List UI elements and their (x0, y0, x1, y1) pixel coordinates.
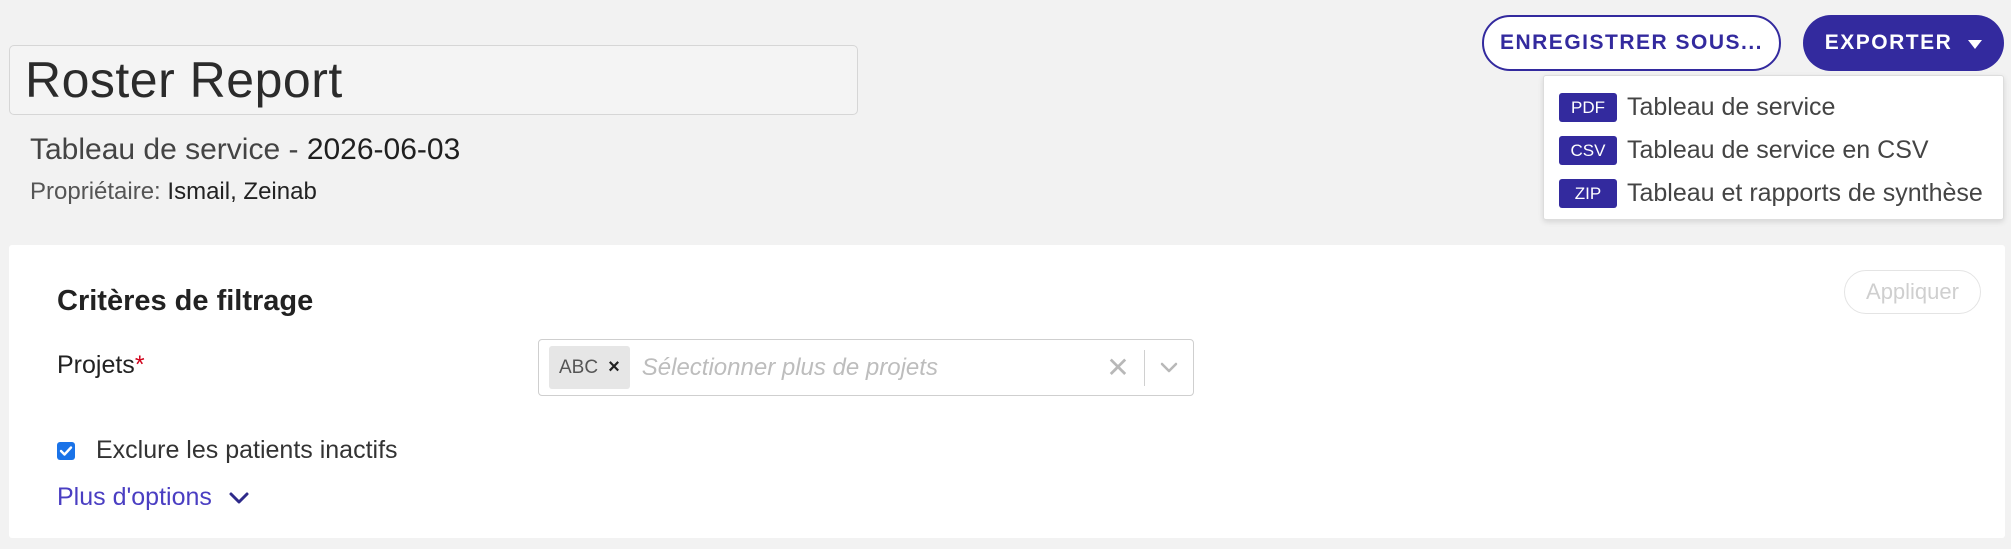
page: Roster Report Tableau de service - 2026-… (0, 0, 2011, 549)
clear-selection-icon[interactable]: ✕ (1092, 340, 1144, 395)
project-chip: ABC × (549, 346, 630, 389)
check-icon (59, 445, 73, 456)
projects-label-text: Projets (57, 351, 135, 379)
exclude-inactive-checkbox[interactable] (57, 441, 75, 460)
format-badge-pdf: PDF (1559, 93, 1617, 122)
export-label: EXPORTER (1824, 31, 1953, 54)
owner-name: Ismail, Zeinab (167, 178, 317, 205)
filter-panel: Critères de filtrage Appliquer Projets* … (9, 245, 2005, 538)
exclude-inactive-label: Exclure les patients inactifs (96, 436, 398, 464)
format-badge-csv: CSV (1559, 136, 1617, 165)
report-subtitle: Tableau de service - 2026-06-03 (30, 133, 460, 167)
menu-item-label: Tableau et rapports de synthèse (1627, 179, 1983, 207)
exclude-inactive-row: Exclure les patients inactifs (57, 436, 398, 465)
caret-down-icon (1968, 40, 1983, 49)
export-menu: PDF Tableau de service CSV Tableau de se… (1543, 75, 2004, 220)
format-badge-zip: ZIP (1559, 179, 1617, 208)
apply-label: Appliquer (1866, 279, 1959, 304)
filter-panel-title: Critères de filtrage (57, 285, 314, 317)
apply-button[interactable]: Appliquer (1844, 270, 1981, 314)
report-title-field[interactable]: Roster Report (9, 45, 858, 115)
chevron-down-icon (1160, 362, 1178, 372)
menu-item-label: Tableau de service en CSV (1627, 136, 1929, 164)
chip-remove-icon[interactable]: × (608, 356, 620, 379)
select-dropdown-toggle[interactable] (1145, 340, 1193, 395)
export-button[interactable]: EXPORTER (1803, 15, 2004, 71)
more-options-toggle[interactable]: Plus d'options (57, 483, 250, 512)
chevron-down-icon (229, 492, 249, 503)
save-as-button[interactable]: ENREGISTRER SOUS... (1482, 15, 1781, 71)
projects-search-input[interactable]: Sélectionner plus de projets (642, 354, 1092, 382)
export-menu-item-csv[interactable]: CSV Tableau de service en CSV (1544, 129, 2003, 172)
export-menu-item-zip[interactable]: ZIP Tableau et rapports de synthèse (1544, 172, 2003, 215)
subtitle-prefix: Tableau de service - (30, 133, 307, 166)
projects-multiselect[interactable]: ABC × Sélectionner plus de projets ✕ (538, 339, 1194, 396)
owner-line: Propriétaire: Ismail, Zeinab (30, 178, 317, 206)
owner-label: Propriétaire: (30, 178, 161, 205)
menu-item-label: Tableau de service (1627, 93, 1836, 121)
save-as-label: ENREGISTRER SOUS... (1499, 31, 1764, 54)
projects-label: Projets* (57, 351, 145, 380)
project-chip-label: ABC (559, 356, 599, 378)
more-options-label: Plus d'options (57, 483, 212, 511)
subtitle-date: 2026-06-03 (306, 133, 461, 166)
required-marker: * (134, 351, 145, 379)
report-title: Roster Report (25, 52, 343, 108)
export-menu-item-pdf[interactable]: PDF Tableau de service (1544, 86, 2003, 129)
